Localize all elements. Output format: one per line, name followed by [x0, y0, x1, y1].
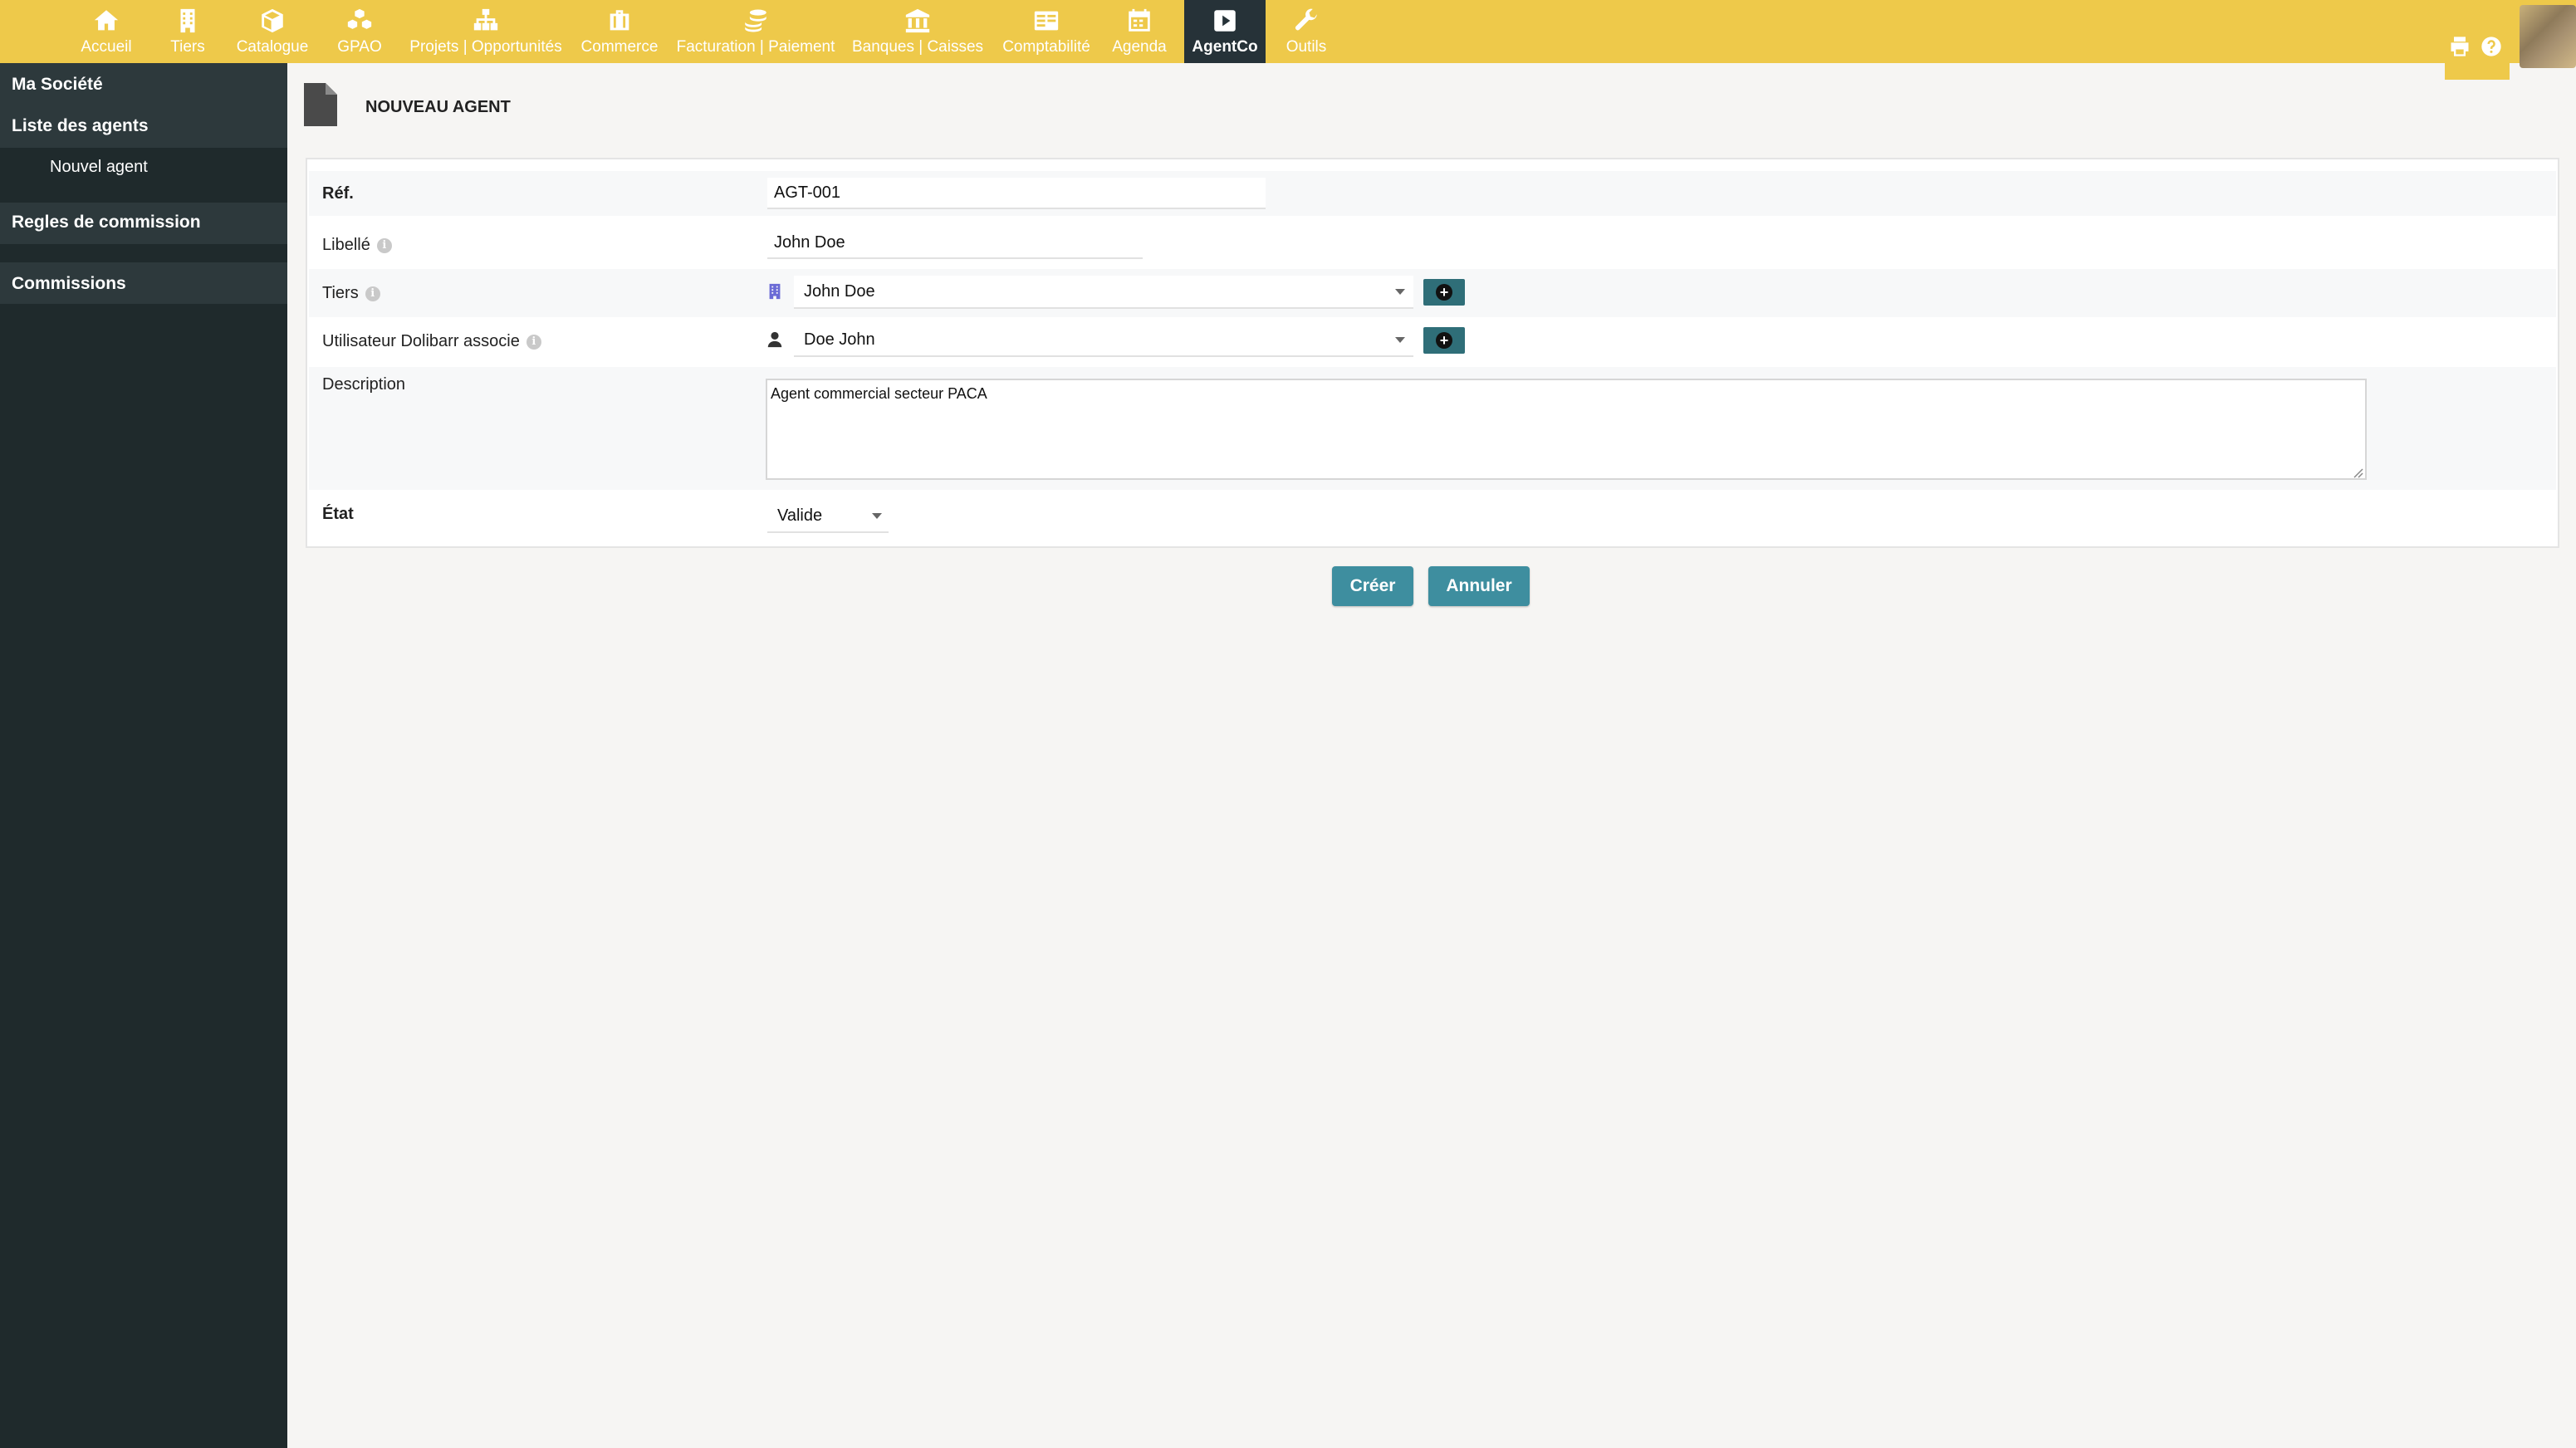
nav-item-comptabilite[interactable]: Comptabilité [997, 0, 1096, 63]
nav-item-commerce[interactable]: Commerce [578, 0, 661, 63]
nav-label: Facturation | Paiement [676, 38, 835, 56]
chevron-down-icon [1395, 289, 1405, 295]
nav-item-outils[interactable]: Outils [1279, 0, 1334, 63]
chevron-down-icon [1395, 337, 1405, 343]
etat-label: État [322, 505, 354, 524]
user-select-value: Doe John [804, 330, 875, 349]
coins-icon [742, 7, 770, 35]
top-menu-bar: Accueil Tiers Catalogue GPAO Projets | O [0, 0, 2576, 80]
cubes-icon [345, 7, 374, 35]
sidebar-item-agents-list[interactable]: Liste des agents [0, 116, 149, 136]
sidebar-block-commissions: Commissions [0, 262, 287, 304]
wrench-icon [1292, 7, 1320, 35]
tiers-label: Tiers i [322, 284, 380, 303]
cancel-button[interactable]: Annuler [1428, 566, 1530, 606]
nav-label: Comptabilité [1002, 38, 1090, 56]
user-label-text: Utilisateur Dolibarr associe [322, 332, 520, 350]
ref-label-text: Réf. [322, 184, 354, 203]
nav-item-accueil[interactable]: Accueil [63, 0, 149, 63]
nav-label: Catalogue [236, 38, 309, 56]
tiers-label-text: Tiers [322, 284, 359, 302]
print-icon[interactable] [2448, 35, 2471, 58]
nav-label: Accueil [81, 38, 132, 56]
libelle-input[interactable]: John Doe [767, 227, 1143, 259]
nav-item-projets[interactable]: Projets | Opportunités [405, 0, 566, 63]
etat-select[interactable]: Valide [767, 500, 889, 533]
bank-icon [904, 7, 932, 35]
sidebar-item-commissions[interactable]: Commissions [0, 274, 126, 294]
building-icon [174, 7, 202, 35]
info-icon[interactable]: i [526, 334, 541, 350]
building-icon [766, 282, 784, 301]
tiers-select[interactable]: John Doe [794, 276, 1413, 309]
plus-circle-icon: + [1436, 332, 1452, 349]
user-select[interactable]: Doe John [794, 324, 1413, 357]
nav-label: AgentCo [1192, 38, 1258, 56]
play-square-icon [1211, 7, 1239, 35]
sidebar-item-commission-rules[interactable]: Regles de commission [0, 213, 201, 232]
nav-label: Banques | Caisses [851, 38, 984, 56]
nav-item-catalogue[interactable]: Catalogue [231, 0, 314, 63]
sidebar-item-company[interactable]: Ma Société [0, 75, 103, 95]
nav-item-gpao[interactable]: GPAO [331, 0, 389, 63]
ref-label: Réf. [322, 184, 354, 203]
nav-label: Agenda [1112, 38, 1167, 56]
nav-item-banques[interactable]: Banques | Caisses [849, 0, 987, 63]
page-title: NOUVEAU AGENT [365, 98, 511, 116]
help-icon[interactable] [2480, 35, 2503, 58]
description-label: Description [322, 375, 405, 394]
nav-label: GPAO [337, 38, 382, 56]
etat-label-text: État [322, 505, 354, 523]
ledger-icon [1032, 7, 1060, 35]
plus-circle-icon: + [1436, 284, 1452, 301]
nav-label: Outils [1286, 38, 1327, 56]
avatar[interactable] [2520, 5, 2576, 68]
description-textarea[interactable]: Agent commercial secteur PACA [766, 379, 2367, 480]
agent-form: Réf. AGT-001 Libellé i John Doe Tiers i … [306, 158, 2559, 548]
info-icon[interactable]: i [365, 286, 380, 301]
nav-label: Projets | Opportunités [409, 38, 562, 56]
user-icon [766, 330, 784, 349]
form-row-etat: État [309, 492, 2556, 541]
sidebar-block-rules: Regles de commission [0, 203, 287, 244]
info-icon[interactable]: i [376, 237, 392, 253]
nav-item-tiers[interactable]: Tiers [163, 0, 213, 63]
chevron-down-icon [872, 513, 882, 519]
home-icon [92, 7, 120, 35]
nav-label: Tiers [170, 38, 205, 56]
sidebar-block-company: Ma Société Liste des agents [0, 63, 287, 148]
resize-grip-icon[interactable] [2352, 465, 2363, 478]
add-user-button[interactable]: + [1423, 327, 1465, 354]
form-row-libelle: Libellé i [309, 221, 2556, 267]
briefcase-icon [605, 7, 634, 35]
cube-icon [258, 7, 286, 35]
add-tiers-button[interactable]: + [1423, 279, 1465, 306]
nav-item-agenda[interactable]: Agenda [1108, 0, 1171, 63]
libelle-label: Libellé i [322, 236, 392, 255]
sitemap-icon [472, 7, 500, 35]
tiers-select-value: John Doe [804, 281, 875, 301]
left-sidebar: Ma Société Liste des agents Nouvel agent… [0, 63, 287, 1448]
create-button[interactable]: Créer [1332, 566, 1413, 606]
sidebar-item-new-agent[interactable]: Nouvel agent [0, 158, 148, 177]
nav-item-agentco[interactable]: AgentCo [1184, 0, 1266, 63]
nav-item-facturation[interactable]: Facturation | Paiement [673, 0, 839, 63]
etat-select-value: Valide [777, 506, 823, 525]
libelle-label-text: Libellé [322, 236, 370, 254]
calendar-icon [1125, 7, 1153, 35]
document-icon [304, 83, 337, 126]
nav-label: Commerce [580, 38, 659, 56]
description-label-text: Description [322, 375, 406, 394]
form-row-ref: Réf. [309, 171, 2556, 216]
ref-input[interactable]: AGT-001 [767, 178, 1266, 209]
description-text: Agent commercial secteur PACA [771, 385, 987, 402]
user-label: Utilisateur Dolibarr associe i [322, 332, 541, 351]
